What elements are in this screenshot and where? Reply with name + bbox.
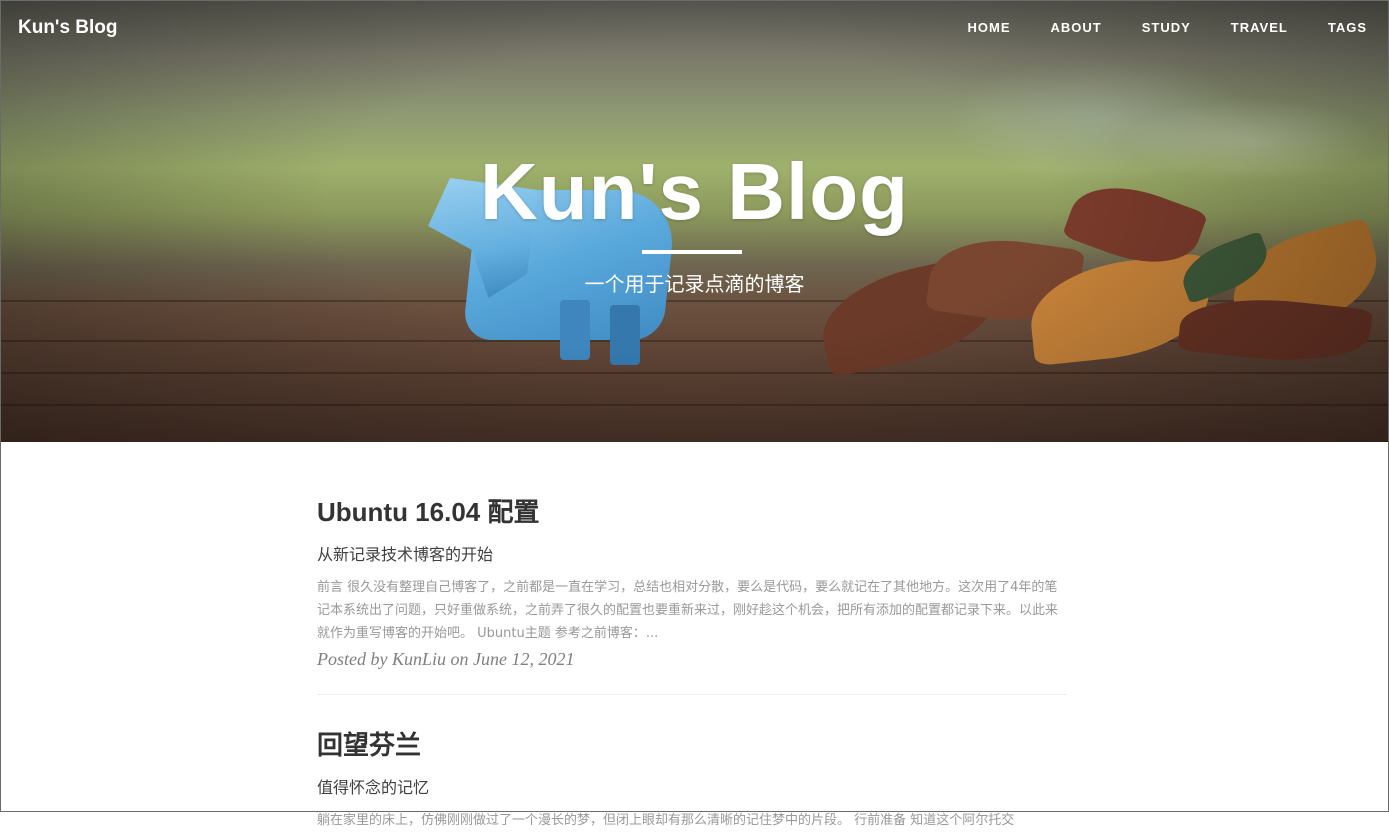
site-subheading: 一个用于记录点滴的博客 [584, 274, 805, 296]
post-preview: 回望芬兰 值得怀念的记忆 躺在家里的床上，仿佛刚刚做过了一个漫长的梦，但闭上眼却… [317, 725, 1067, 832]
nav-travel[interactable]: TRAVEL [1231, 20, 1288, 35]
post-subtitle[interactable]: 从新记录技术博客的开始 [317, 541, 1067, 565]
nav-home[interactable]: HOME [968, 20, 1011, 35]
post-preview: Ubuntu 16.04 配置 从新记录技术博客的开始 前言 很久没有整理自己博… [317, 492, 1067, 670]
brand-link[interactable]: Kun's Blog [18, 17, 118, 39]
post-list: Ubuntu 16.04 配置 从新记录技术博客的开始 前言 很久没有整理自己博… [317, 442, 1067, 832]
post-subtitle[interactable]: 值得怀念的记忆 [317, 774, 1067, 798]
site-heading: Kun's Blog [480, 147, 909, 236]
heading-divider [642, 250, 742, 254]
post-title-link[interactable]: Ubuntu 16.04 配置 [317, 492, 1067, 529]
nav-study[interactable]: STUDY [1142, 20, 1191, 35]
hero-header: Kun's Blog 一个用于记录点滴的博客 Kun's Blog HOME A… [0, 0, 1389, 442]
post-title-link[interactable]: 回望芬兰 [317, 725, 1067, 762]
post-divider [317, 694, 1067, 695]
post-excerpt[interactable]: 躺在家里的床上，仿佛刚刚做过了一个漫长的梦，但闭上眼却有那么清晰的记住梦中的片段… [317, 809, 1067, 832]
post-excerpt[interactable]: 前言 很久没有整理自己博客了，之前都是一直在学习，总结也相对分散，要么是代码，要… [317, 576, 1067, 645]
nav-about[interactable]: ABOUT [1051, 20, 1102, 35]
post-meta: Posted by KunLiu on June 12, 2021 [317, 649, 575, 669]
main-nav: HOME ABOUT STUDY TRAVEL TAGS [928, 20, 1367, 35]
nav-tags[interactable]: TAGS [1328, 20, 1367, 35]
